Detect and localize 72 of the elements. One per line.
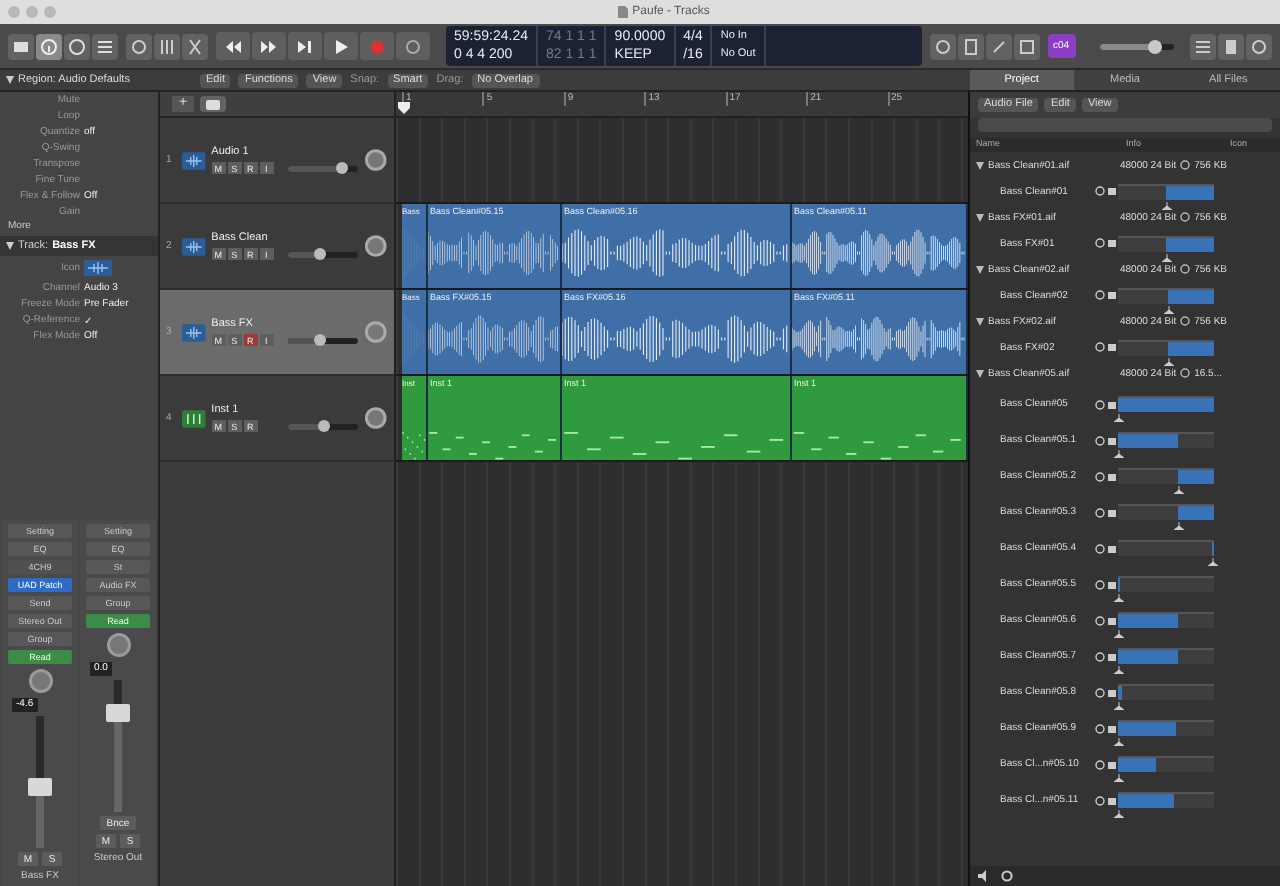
waveform-icon[interactable] bbox=[181, 323, 206, 341]
anchor-icon bbox=[1173, 486, 1184, 494]
expanded-triangle-icon[interactable] bbox=[976, 317, 984, 325]
waveform-icon[interactable] bbox=[84, 260, 112, 276]
volume-slider[interactable] bbox=[287, 337, 359, 343]
play-icon[interactable] bbox=[332, 37, 350, 55]
status-icons bbox=[1094, 651, 1118, 661]
expanded-triangle-icon[interactable] bbox=[976, 213, 984, 221]
pan-knob[interactable] bbox=[27, 668, 53, 694]
status-icons bbox=[1094, 687, 1118, 697]
anchor-icon bbox=[1114, 414, 1124, 422]
grid-icon[interactable] bbox=[1017, 37, 1036, 55]
anchor-icon bbox=[1114, 810, 1124, 818]
go-to-start-icon[interactable] bbox=[296, 37, 314, 55]
status-icons bbox=[1094, 290, 1118, 300]
speech-bubble-icon[interactable] bbox=[204, 95, 222, 113]
fader-thumb[interactable] bbox=[106, 703, 130, 721]
status-icons bbox=[1094, 471, 1118, 481]
anchor-icon bbox=[1114, 666, 1124, 674]
status-icons bbox=[1094, 342, 1118, 352]
midi-notes-drawing bbox=[429, 432, 557, 460]
anchor-icon bbox=[1114, 774, 1124, 782]
slider-thumb[interactable] bbox=[1147, 39, 1162, 53]
anchor-icon bbox=[1162, 253, 1172, 261]
pan-knob[interactable] bbox=[364, 406, 388, 430]
anchor-icon bbox=[1114, 630, 1124, 638]
pencil-icon[interactable] bbox=[989, 37, 1008, 55]
status-icons bbox=[1094, 759, 1118, 769]
status-icons bbox=[1094, 795, 1118, 805]
fast-forward-icon[interactable] bbox=[260, 37, 278, 55]
anchor-icon bbox=[1163, 305, 1174, 313]
anchor-icon bbox=[1173, 522, 1184, 530]
status-icons bbox=[1094, 507, 1118, 517]
fader-thumb[interactable] bbox=[28, 778, 52, 797]
volume-slider[interactable] bbox=[1099, 43, 1174, 49]
anchor-icon bbox=[1114, 450, 1124, 458]
waveform-icon[interactable] bbox=[181, 151, 206, 169]
status-icons bbox=[1094, 579, 1118, 589]
status-icons bbox=[1094, 399, 1118, 409]
sliders-icon[interactable] bbox=[158, 37, 176, 55]
slider-thumb[interactable] bbox=[317, 419, 330, 431]
status-icons bbox=[1094, 723, 1118, 733]
status-icons bbox=[1094, 543, 1118, 553]
status-icons bbox=[1094, 615, 1118, 625]
pan-knob[interactable] bbox=[364, 234, 388, 258]
expanded-triangle-icon[interactable] bbox=[976, 265, 984, 273]
slider-thumb[interactable] bbox=[313, 333, 326, 345]
slider-thumb[interactable] bbox=[313, 247, 326, 259]
status-icons bbox=[1094, 186, 1118, 196]
pan-knob[interactable] bbox=[105, 632, 131, 658]
anchor-icon bbox=[1114, 594, 1124, 602]
list-icon[interactable] bbox=[1194, 37, 1212, 55]
waveform-icon[interactable] bbox=[181, 237, 206, 255]
slider-thumb[interactable] bbox=[336, 161, 349, 173]
status-icons bbox=[1094, 435, 1118, 445]
disclosure-triangle-icon[interactable] bbox=[6, 76, 14, 84]
anchor-icon bbox=[1163, 357, 1174, 365]
anchor-icon bbox=[1114, 738, 1124, 746]
info-icon[interactable] bbox=[40, 37, 58, 55]
pan-knob[interactable] bbox=[364, 148, 388, 172]
speaker-icon[interactable] bbox=[978, 870, 992, 882]
expanded-triangle-icon[interactable] bbox=[976, 161, 984, 169]
playhead-icon[interactable] bbox=[398, 102, 410, 114]
disclosure-triangle-icon[interactable] bbox=[6, 242, 14, 250]
anchor-icon bbox=[1162, 201, 1172, 209]
expanded-triangle-icon[interactable] bbox=[976, 369, 984, 377]
anchor-icon bbox=[1208, 558, 1219, 566]
rewind-icon[interactable] bbox=[224, 37, 242, 55]
keyboard-icon[interactable] bbox=[181, 409, 206, 427]
anchor-icon bbox=[1114, 702, 1124, 710]
list-icon[interactable] bbox=[96, 37, 114, 55]
status-icons bbox=[1094, 238, 1118, 248]
